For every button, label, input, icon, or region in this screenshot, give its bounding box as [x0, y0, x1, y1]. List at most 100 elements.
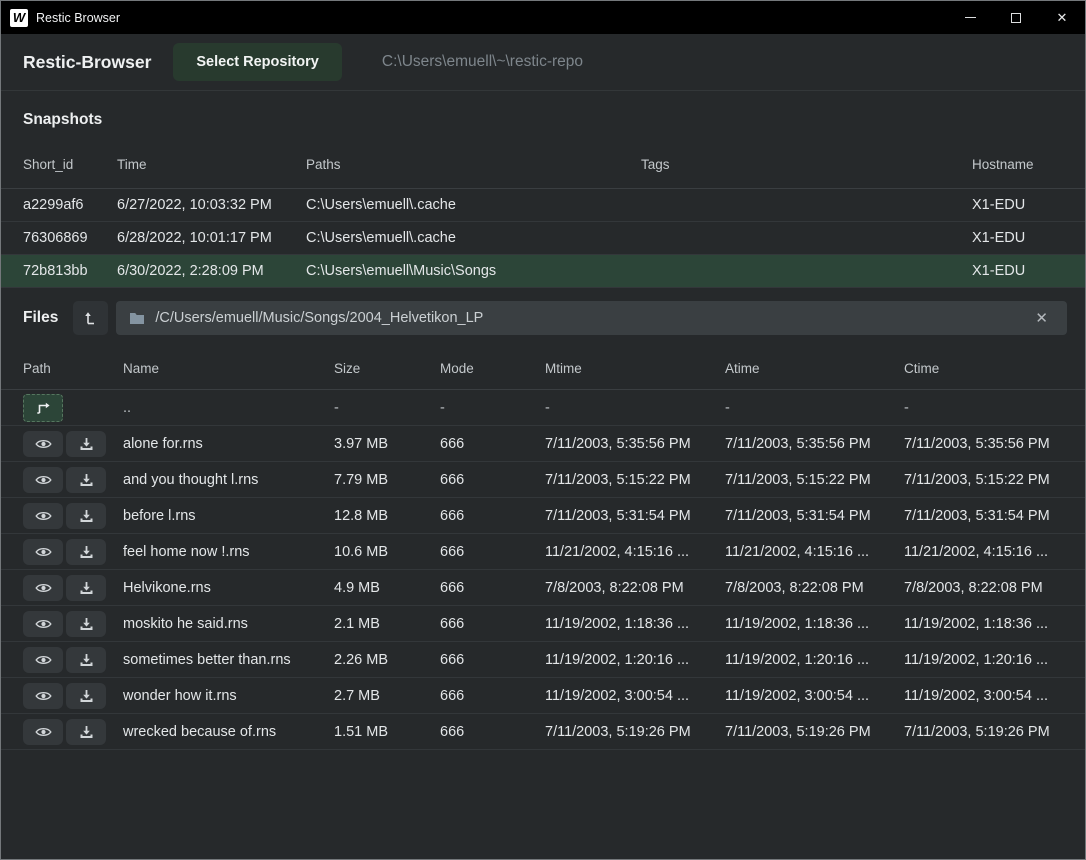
preview-file-button[interactable]: [23, 431, 63, 457]
file-atime: 7/11/2003, 5:15:22 PM: [725, 472, 904, 488]
file-ctime: 7/11/2003, 5:31:54 PM: [904, 508, 1085, 524]
file-size: -: [334, 400, 440, 416]
download-file-button[interactable]: [66, 647, 106, 673]
clear-path-button[interactable]: ✕: [1025, 308, 1054, 328]
file-row[interactable]: before l.rns 12.8 MB 666 7/11/2003, 5:31…: [1, 498, 1085, 534]
eye-icon: [35, 689, 52, 703]
preview-file-button[interactable]: [23, 467, 63, 493]
column-header-ctime: Ctime: [904, 361, 1085, 376]
eye-icon: [35, 653, 52, 667]
file-mode: 666: [440, 580, 545, 596]
file-mode: 666: [440, 724, 545, 740]
download-file-button[interactable]: [66, 683, 106, 709]
snapshot-short-id: a2299af6: [23, 197, 117, 213]
file-name: alone for.rns: [123, 436, 334, 452]
eye-icon: [35, 581, 52, 595]
page-title: Restic-Browser: [23, 52, 151, 73]
file-mtime: 7/11/2003, 5:31:54 PM: [545, 508, 725, 524]
file-ctime: 7/8/2003, 8:22:08 PM: [904, 580, 1085, 596]
file-mtime: 7/11/2003, 5:19:26 PM: [545, 724, 725, 740]
file-atime: 7/11/2003, 5:31:54 PM: [725, 508, 904, 524]
repository-path: C:\Users\emuell\~\restic-repo: [382, 53, 583, 71]
preview-file-button[interactable]: [23, 647, 63, 673]
file-atime: 7/8/2003, 8:22:08 PM: [725, 580, 904, 596]
files-heading: Files: [23, 309, 58, 327]
select-repository-button[interactable]: Select Repository: [173, 43, 342, 81]
file-size: 2.26 MB: [334, 652, 440, 668]
preview-file-button[interactable]: [23, 683, 63, 709]
download-file-button[interactable]: [66, 503, 106, 529]
column-header-short-id: Short_id: [23, 157, 117, 172]
file-size: 4.9 MB: [334, 580, 440, 596]
current-path-input[interactable]: /C/Users/emuell/Music/Songs/2004_Helveti…: [116, 301, 1067, 335]
file-row[interactable]: sometimes better than.rns 2.26 MB 666 11…: [1, 642, 1085, 678]
snapshot-hostname: X1-EDU: [972, 230, 1085, 246]
column-header-atime: Atime: [725, 361, 904, 376]
file-row[interactable]: alone for.rns 3.97 MB 666 7/11/2003, 5:3…: [1, 426, 1085, 462]
snapshot-time: 6/27/2022, 10:03:32 PM: [117, 197, 306, 213]
download-file-button[interactable]: [66, 719, 106, 745]
file-ctime: 7/11/2003, 5:19:26 PM: [904, 724, 1085, 740]
download-file-button[interactable]: [66, 575, 106, 601]
file-mode: 666: [440, 508, 545, 524]
download-icon: [79, 653, 94, 667]
file-mode: -: [440, 400, 545, 416]
file-size: 2.1 MB: [334, 616, 440, 632]
titlebar: W Restic Browser ✕: [1, 1, 1085, 34]
files-table-header: Path Name Size Mode Mtime Atime Ctime: [1, 348, 1085, 390]
snapshot-row[interactable]: a2299af6 6/27/2022, 10:03:32 PM C:\Users…: [1, 189, 1085, 222]
snapshot-time: 6/28/2022, 10:01:17 PM: [117, 230, 306, 246]
parent-directory-button[interactable]: [23, 394, 63, 422]
close-button[interactable]: ✕: [1039, 1, 1085, 34]
file-mtime: 7/11/2003, 5:35:56 PM: [545, 436, 725, 452]
download-file-button[interactable]: [66, 539, 106, 565]
snapshot-row[interactable]: 76306869 6/28/2022, 10:01:17 PM C:\Users…: [1, 222, 1085, 255]
download-file-button[interactable]: [66, 611, 106, 637]
file-row[interactable]: wonder how it.rns 2.7 MB 666 11/19/2002,…: [1, 678, 1085, 714]
file-row[interactable]: moskito he said.rns 2.1 MB 666 11/19/200…: [1, 606, 1085, 642]
file-name: ..: [123, 400, 334, 416]
maximize-button[interactable]: [993, 1, 1039, 34]
download-icon: [79, 725, 94, 739]
download-icon: [79, 509, 94, 523]
window-title: Restic Browser: [36, 11, 947, 25]
preview-file-button[interactable]: [23, 539, 63, 565]
file-ctime: 11/19/2002, 1:18:36 ...: [904, 616, 1085, 632]
download-icon: [79, 473, 94, 487]
download-file-button[interactable]: [66, 431, 106, 457]
file-name: wonder how it.rns: [123, 688, 334, 704]
snapshots-table-header: Short_id Time Paths Tags Hostname: [1, 141, 1085, 189]
file-mode: 666: [440, 688, 545, 704]
minimize-button[interactable]: [947, 1, 993, 34]
preview-file-button[interactable]: [23, 611, 63, 637]
file-atime: 11/19/2002, 3:00:54 ...: [725, 688, 904, 704]
file-row[interactable]: Helvikone.rns 4.9 MB 666 7/8/2003, 8:22:…: [1, 570, 1085, 606]
file-row[interactable]: wrecked because of.rns 1.51 MB 666 7/11/…: [1, 714, 1085, 750]
close-icon: ✕: [1057, 10, 1068, 26]
snapshots-heading: Snapshots: [1, 91, 1085, 141]
file-name: moskito he said.rns: [123, 616, 334, 632]
file-mtime: 11/19/2002, 3:00:54 ...: [545, 688, 725, 704]
eye-icon: [35, 437, 52, 451]
file-name: wrecked because of.rns: [123, 724, 334, 740]
file-size: 2.7 MB: [334, 688, 440, 704]
snapshot-time: 6/30/2022, 2:28:09 PM: [117, 263, 306, 279]
snapshot-row-selected[interactable]: 72b813bb 6/30/2022, 2:28:09 PM C:\Users\…: [1, 255, 1085, 288]
column-header-tags: Tags: [641, 157, 972, 172]
file-mode: 666: [440, 544, 545, 560]
file-row[interactable]: and you thought l.rns 7.79 MB 666 7/11/2…: [1, 462, 1085, 498]
files-toolbar: Files /C/Users/emuell/Music/Songs/2004_H…: [1, 288, 1085, 348]
file-ctime: -: [904, 400, 1085, 416]
download-icon: [79, 581, 94, 595]
preview-file-button[interactable]: [23, 575, 63, 601]
download-file-button[interactable]: [66, 467, 106, 493]
download-icon: [79, 689, 94, 703]
eye-icon: [35, 725, 52, 739]
preview-file-button[interactable]: [23, 719, 63, 745]
file-row[interactable]: feel home now !.rns 10.6 MB 666 11/21/20…: [1, 534, 1085, 570]
app-window: W Restic Browser ✕ Restic-Browser Select…: [0, 0, 1086, 860]
go-up-level-button[interactable]: [73, 301, 108, 335]
preview-file-button[interactable]: [23, 503, 63, 529]
file-size: 1.51 MB: [334, 724, 440, 740]
parent-directory-row[interactable]: .. - - - - -: [1, 390, 1085, 426]
